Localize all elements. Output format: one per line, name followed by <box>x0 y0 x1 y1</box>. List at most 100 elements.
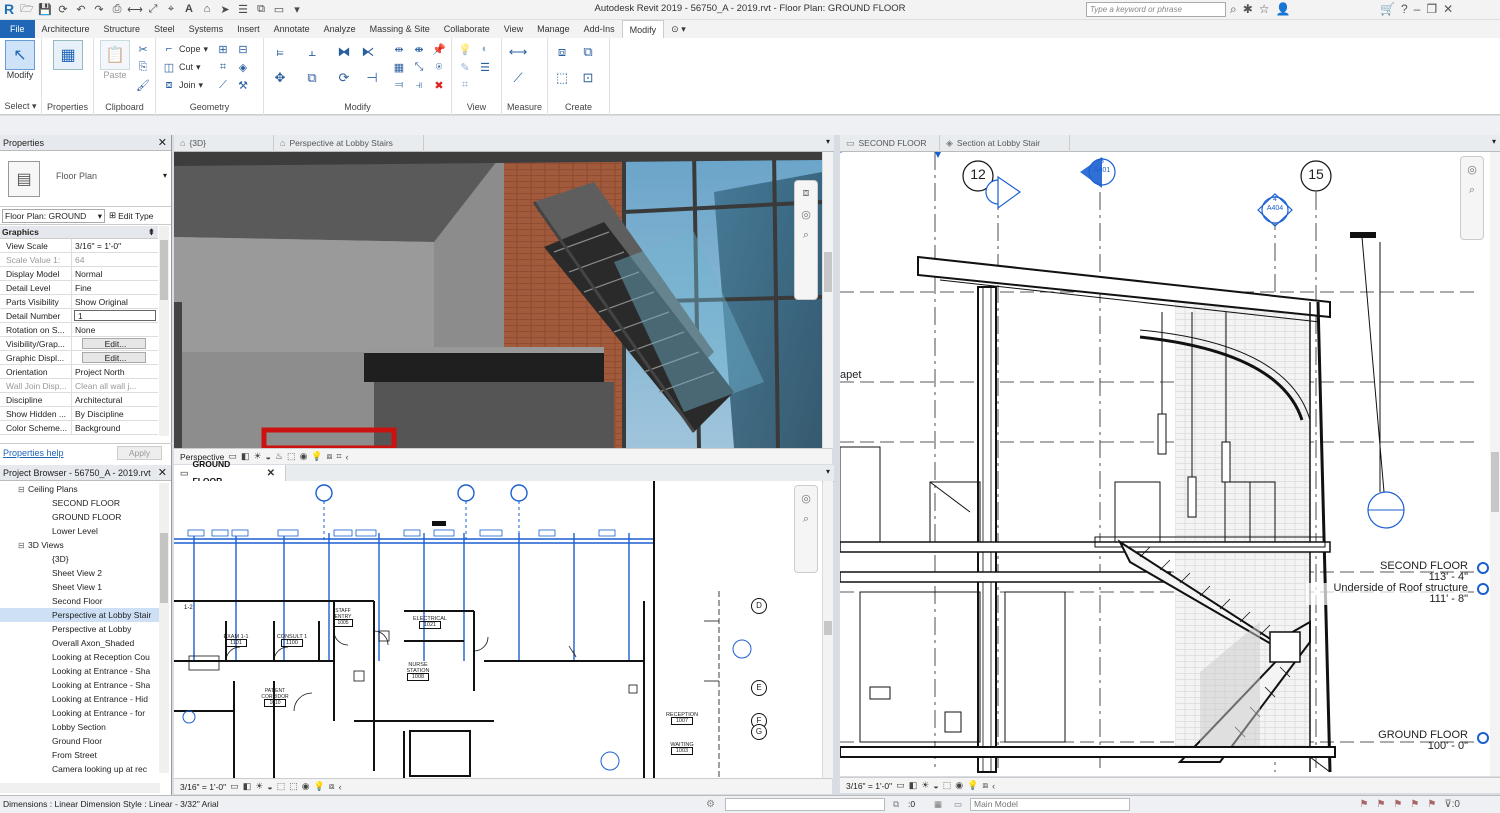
section-icon[interactable]: ➤ <box>218 2 232 16</box>
visual-style-icon[interactable]: ◧ <box>243 781 252 792</box>
offset-icon[interactable]: ⫠ <box>304 44 320 60</box>
temporary-hide-icon[interactable]: ◉ <box>302 781 310 792</box>
save-icon[interactable]: 💾 <box>38 2 52 16</box>
main-model-icon[interactable]: ▭ <box>954 796 962 813</box>
property-value[interactable]: Fine <box>72 281 158 294</box>
zoom-icon[interactable]: ⌕ <box>1469 184 1475 197</box>
editable-only-icon[interactable]: ⧉ <box>893 796 899 813</box>
properties-button[interactable]: ▦ <box>53 40 83 70</box>
render-icon[interactable]: ♨ <box>275 451 283 462</box>
ribbon-tab-systems[interactable]: Systems <box>182 20 231 38</box>
perspective-view[interactable]: ⧈ ◎ ⌕ <box>174 152 822 448</box>
property-value[interactable]: Normal <box>72 267 158 280</box>
contextual-tab-dropdown-icon[interactable]: ⊙ ▾ <box>664 20 693 38</box>
grid-head-15[interactable]: 15 <box>1306 166 1326 182</box>
property-value[interactable]: Project North <box>72 365 158 378</box>
scroll-left-icon[interactable]: ‹ <box>345 452 348 462</box>
tag-icon[interactable]: ⌖ <box>164 2 178 16</box>
cut-geometry-button[interactable]: ◫ Cut ▾ <box>162 60 201 74</box>
ribbon-tab-analyze[interactable]: Analyze <box>317 20 363 38</box>
reveal-hidden-icon[interactable]: 💡 <box>967 780 978 791</box>
drag-elements-icon[interactable]: ⚑ <box>1427 796 1436 813</box>
create-similar-icon[interactable]: ⊡ <box>580 70 596 86</box>
crop-region-icon[interactable]: ⬚ <box>287 451 296 462</box>
grid-head-12[interactable]: 12 <box>968 166 988 182</box>
edit-button[interactable]: Edit... <box>82 352 146 363</box>
crop-region-icon[interactable]: ⬚ <box>289 781 298 792</box>
paint-icon[interactable]: ◈ <box>236 60 250 74</box>
visual-style-icon[interactable]: ◧ <box>909 780 918 791</box>
measure-icon[interactable]: ⟷ <box>127 2 143 16</box>
ribbon-tab-insert[interactable]: Insert <box>230 20 267 38</box>
tab-list-dropdown-icon[interactable]: ▾ <box>826 137 830 146</box>
reveal-hidden-icon[interactable]: 💡 <box>311 451 322 462</box>
level-ground-floor[interactable]: GROUND FLOOR 100' - 0" <box>1360 730 1468 752</box>
grid-head-g[interactable]: G <box>751 724 767 740</box>
help-icon[interactable]: ? <box>1401 2 1408 16</box>
ribbon-tab-view[interactable]: View <box>497 20 530 38</box>
steering-wheel-icon[interactable]: ◎ <box>1467 163 1477 176</box>
level-second-floor[interactable]: SECOND FLOOR 113' - 4" <box>1360 561 1468 583</box>
property-row[interactable]: Graphic Displ... Edit... <box>0 351 158 365</box>
design-options-icon[interactable]: ▦ <box>934 796 942 813</box>
scale-icon[interactable]: ⤡ <box>412 60 426 74</box>
property-row[interactable]: Color Scheme... Background <box>0 421 158 435</box>
hide-in-view-icon[interactable]: 💡 <box>458 42 472 56</box>
unpin-icon[interactable]: ⍟ <box>432 60 446 74</box>
property-row[interactable]: Visibility/Grap... Edit... <box>0 337 158 351</box>
reveal-hidden-icon[interactable]: 💡 <box>314 781 325 792</box>
shadows-icon[interactable]: ◒ <box>266 452 271 462</box>
cart-icon[interactable]: 🛒 <box>1380 2 1395 16</box>
property-row[interactable]: Rotation on S... None <box>0 323 158 337</box>
tab-section-lobby-stair[interactable]: ◈ Section at Lobby Stair <box>940 134 1070 152</box>
browser-item[interactable]: Perspective at Lobby <box>0 622 160 636</box>
search-input[interactable]: Type a keyword or phrase <box>1086 2 1226 17</box>
create-parts-icon[interactable]: ⧉ <box>580 44 596 60</box>
print-icon[interactable]: ⎙ <box>110 2 124 16</box>
browser-item[interactable]: ⊟ 3D Views <box>0 538 160 552</box>
property-value[interactable]: Architectural <box>72 393 158 406</box>
steering-wheel-icon[interactable]: ◎ <box>801 208 811 221</box>
close-icon[interactable]: ✕ <box>1443 2 1453 16</box>
design-option-select[interactable]: Main Model <box>970 798 1130 811</box>
dimension-icon[interactable]: ⤢ <box>146 2 160 16</box>
mirror-axis-icon[interactable]: ⧓ <box>336 44 352 60</box>
ribbon-tab-architecture[interactable]: Architecture <box>35 20 97 38</box>
favorites-star-icon[interactable]: ☆ <box>1259 2 1270 17</box>
move-icon[interactable]: ✥ <box>272 70 288 86</box>
linework-icon[interactable]: ✎ <box>458 60 472 74</box>
demolish-icon[interactable]: ⌗ <box>216 60 230 74</box>
minimize-icon[interactable]: – <box>1414 2 1421 16</box>
detail-level-icon[interactable]: ▭ <box>896 780 905 791</box>
redo-icon[interactable]: ↷ <box>92 2 106 16</box>
crop-view-icon[interactable]: ⬚ <box>277 781 286 792</box>
floor-plan-view[interactable]: 1-2 EXAM 1-1 1101 CONSULT 1 1100 STAFF ENT… <box>174 481 822 778</box>
property-row[interactable]: View Scale 3/16" = 1'-0" <box>0 239 158 253</box>
property-row[interactable]: Wall Join Disp... Clean all wall j... <box>0 379 158 393</box>
properties-group-header[interactable]: Graphics ⇞ <box>0 226 158 239</box>
edit-button[interactable]: Edit... <box>82 338 146 349</box>
tab-list-dropdown-icon[interactable]: ▾ <box>826 467 830 476</box>
chevron-down-icon[interactable]: ▾ <box>163 171 167 180</box>
apply-button[interactable]: Apply <box>117 446 162 460</box>
plan-scrollbar[interactable] <box>823 481 833 778</box>
room-tag[interactable]: WAITING 1003 <box>658 742 706 755</box>
3d-view-icon[interactable]: ⌂ <box>200 2 214 16</box>
browser-item[interactable]: Sheet View 1 <box>0 580 160 594</box>
property-value[interactable]: By Discipline <box>72 407 158 420</box>
sun-path-icon[interactable]: ☀ <box>255 781 263 792</box>
room-tag[interactable]: RECEPTION 1007 <box>658 712 706 725</box>
filter-selection-icon[interactable]: ⊽:0 <box>1444 796 1460 813</box>
copy-icon[interactable]: ⎘ <box>136 60 150 74</box>
browser-item[interactable]: SECOND FLOOR <box>0 496 160 510</box>
room-tag[interactable]: PATIENT CORRIDOR 1010 <box>252 688 298 707</box>
property-row[interactable]: Parts Visibility Show Original <box>0 295 158 309</box>
restore-icon[interactable]: ❐ <box>1426 2 1437 16</box>
properties-help-link[interactable]: Properties help <box>3 448 64 458</box>
shadows-icon[interactable]: ◒ <box>933 781 938 791</box>
property-row[interactable]: Detail Number 1 <box>0 309 158 323</box>
close-hidden-icon[interactable]: ⧉ <box>254 2 268 16</box>
type-selector[interactable]: ▤ Floor Plan ▾ <box>0 151 171 207</box>
copy-modify-icon[interactable]: ⧉ <box>304 70 320 86</box>
trim-multiple-icon[interactable]: ⫤ <box>392 78 406 92</box>
